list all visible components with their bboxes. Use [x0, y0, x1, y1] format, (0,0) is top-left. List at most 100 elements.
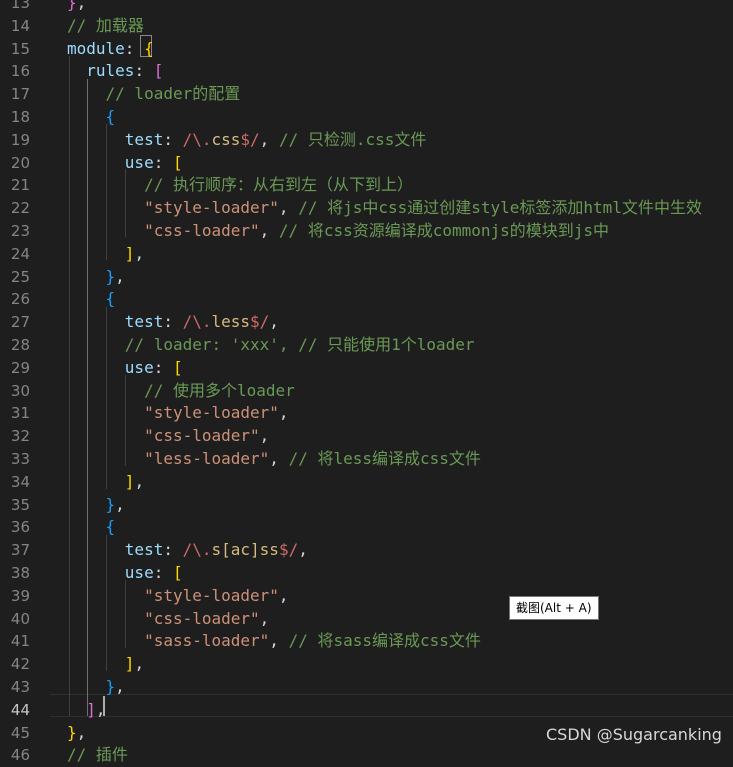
line-number: 29 [10, 358, 30, 377]
code-token: , [278, 585, 289, 605]
code-token: ] [86, 699, 96, 719]
code-line[interactable]: }, [67, 494, 125, 517]
code-line[interactable]: // loader的配置 [67, 83, 241, 106]
code-line[interactable]: module: { [67, 38, 154, 61]
code-token: , [134, 243, 145, 263]
code-text-area[interactable]: },// 加载器 module: { rules: [ // loader的配置 … [50, 0, 733, 764]
code-line[interactable]: test: /\.css$/, // 只检测.css文件 [67, 129, 427, 152]
code-token: , [76, 722, 87, 742]
code-line[interactable]: use: [ [67, 152, 183, 175]
code-token: { [105, 517, 116, 537]
code-token: , [134, 654, 145, 674]
code-line[interactable]: ], [67, 699, 105, 722]
code-line[interactable]: { [67, 516, 116, 539]
code-token: /\. [182, 540, 212, 560]
code-line[interactable]: }, [67, 266, 125, 289]
line-number: 27 [10, 313, 30, 332]
code-token: : [124, 38, 145, 58]
code-token: } [105, 677, 116, 696]
line-number: 19 [10, 130, 30, 149]
code-line[interactable]: "style-loader", [67, 402, 289, 425]
code-line[interactable]: test: /\.s[ac]ss$/, [67, 539, 308, 562]
code-line[interactable]: }, [67, 0, 86, 15]
code-token: // 执行顺序：从右到左（从下到上） [144, 175, 413, 195]
code-token: "sass-loader" [144, 631, 270, 651]
code-token: use [124, 357, 154, 377]
line-number: 14 [10, 16, 30, 35]
code-token: { [105, 289, 116, 309]
line-number: 36 [10, 518, 30, 537]
code-token: // loader: 'xxx', // 只能使用1个loader [124, 335, 475, 354]
code-token: /\. [182, 312, 212, 332]
line-number: 33 [10, 450, 30, 468]
code-line[interactable]: "style-loader", [67, 585, 289, 608]
code-token: : [153, 357, 173, 377]
code-line[interactable]: }, [67, 676, 125, 699]
code-token: "style-loader" [144, 403, 279, 423]
code-token: module [67, 38, 125, 58]
code-line[interactable]: // 执行顺序：从右到左（从下到上） [67, 174, 413, 197]
line-number: 44 [10, 700, 30, 719]
code-token: use [124, 563, 154, 582]
line-number: 34 [10, 472, 30, 491]
code-line[interactable]: "css-loader", // 将css资源编译成commonjs的模块到js… [67, 220, 609, 243]
code-line[interactable]: { [67, 288, 116, 311]
code-line[interactable]: "style-loader", // 将js中css通过创建style标签添加h… [67, 197, 702, 220]
code-token: ] [124, 471, 135, 491]
code-token: , [278, 403, 289, 423]
code-line[interactable]: ], [67, 471, 144, 494]
code-token: { [105, 107, 116, 126]
code-token: [ [172, 152, 183, 172]
code-line[interactable]: "less-loader", // 将less编译成css文件 [67, 448, 481, 471]
code-line[interactable]: use: [ [67, 562, 183, 585]
code-line[interactable]: test: /\.less$/, [67, 311, 279, 334]
code-line[interactable]: ], [67, 653, 144, 676]
line-number: 15 [10, 39, 30, 58]
code-token: $/ [250, 312, 270, 332]
code-line[interactable]: // loader: 'xxx', // 只能使用1个loader [67, 334, 475, 357]
code-token: , [259, 221, 279, 240]
line-number: 35 [10, 495, 30, 514]
code-editor[interactable]: 13 14 15 16 17 18 19 20 21 22 23 24 25 26 27 28 29 30 31 32… [0, 0, 733, 764]
code-line[interactable]: }, [67, 722, 86, 745]
code-line[interactable]: // 使用多个loader [67, 380, 295, 403]
code-line[interactable]: // 加载器 [67, 15, 144, 38]
code-line[interactable]: "sass-loader", // 将sass编译成css文件 [67, 630, 481, 653]
code-line[interactable]: ], [67, 243, 144, 266]
code-token: } [105, 494, 116, 514]
line-number: 25 [10, 267, 30, 286]
code-token: // 将js中css通过创建style标签添加html文件中生效 [298, 198, 702, 218]
code-token: : [163, 312, 183, 332]
code-token: // loader的配置 [105, 84, 241, 104]
code-token: $/ [240, 129, 260, 149]
code-token: , [115, 677, 125, 696]
code-token: // 将sass编译成css文件 [288, 631, 481, 651]
code-token: test [124, 540, 164, 560]
code-token: "css-loader" [144, 426, 260, 446]
code-token: ] [124, 243, 135, 263]
code-line[interactable]: "css-loader", [67, 425, 269, 448]
line-number: 23 [10, 222, 30, 240]
code-line[interactable]: { [67, 106, 116, 129]
code-line[interactable]: use: [ [67, 357, 183, 380]
line-number: 45 [10, 723, 30, 742]
code-token: : [163, 129, 183, 149]
code-line[interactable]: rules: [ [67, 60, 163, 83]
line-number: 26 [10, 290, 30, 309]
code-line[interactable]: "css-loader", [67, 608, 269, 631]
